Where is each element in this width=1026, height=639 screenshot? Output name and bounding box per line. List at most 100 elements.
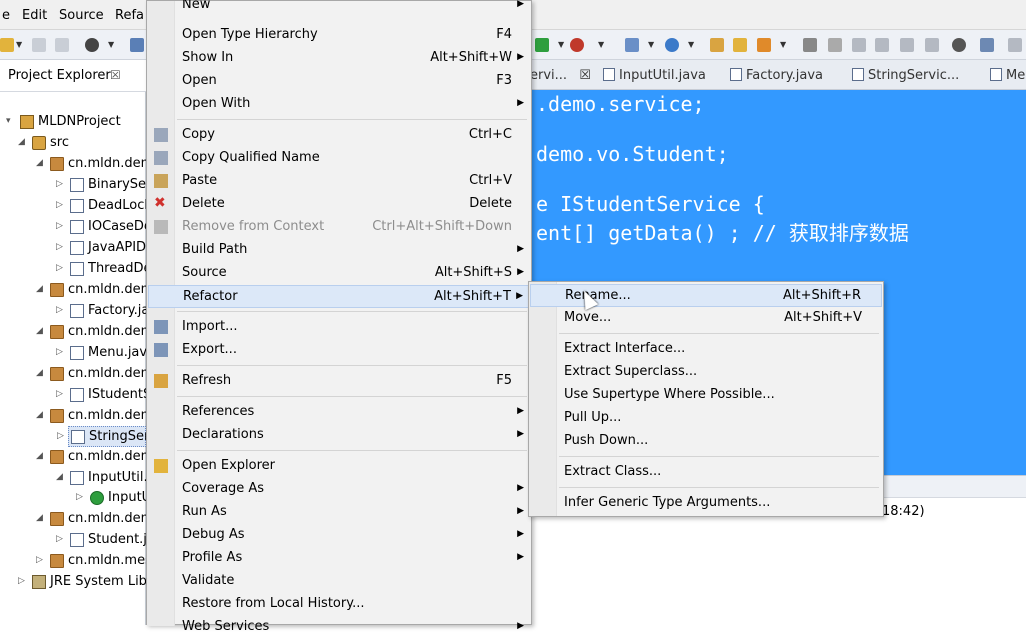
collapse-icon[interactable]: ◢ (36, 410, 43, 420)
tab-stringservic[interactable]: StringServic... (852, 68, 959, 83)
tree-item[interactable]: ▷ InputU (76, 488, 151, 509)
menu-item-coverage-as[interactable]: Coverage As ▶ (148, 478, 530, 501)
next-annotation-icon[interactable] (980, 38, 994, 52)
tree-item[interactable]: ▷ BinarySea (56, 175, 154, 196)
tree-item[interactable]: ◢ cn.mldn.dem (36, 322, 153, 343)
collapse-icon[interactable]: ◢ (36, 158, 43, 168)
tree-item[interactable]: ◢ src (18, 133, 146, 154)
new-class-icon[interactable] (665, 38, 679, 52)
menu-item-open-with[interactable]: Open With ▶ (148, 93, 530, 116)
expand-icon[interactable]: ▷ (56, 347, 63, 357)
collapse-icon[interactable]: ◢ (36, 326, 43, 336)
tree-item[interactable]: ◢ InputUtil.j (56, 468, 151, 489)
tab-inpututil[interactable]: InputUtil.java (603, 68, 706, 83)
new-icon[interactable] (0, 38, 14, 52)
expand-icon[interactable]: ▷ (56, 200, 63, 210)
expand-icon[interactable]: ▷ (57, 431, 64, 441)
expand-icon[interactable]: ▷ (56, 305, 63, 315)
menu-item-references[interactable]: References ▶ (148, 401, 530, 424)
expand-icon[interactable]: ▷ (56, 534, 63, 544)
menu-item-export[interactable]: Export... (148, 339, 530, 362)
menu-item-open-type-hierarchy[interactable]: Open Type Hierarchy F4 (148, 24, 530, 47)
submenu-item-push-down[interactable]: Push Down... (530, 430, 882, 453)
tree-item[interactable]: ▷ IOCaseDe (56, 217, 152, 238)
globe-icon[interactable] (952, 38, 966, 52)
run-icon[interactable] (535, 38, 549, 52)
menu-item-build-path[interactable]: Build Path ▶ (148, 239, 530, 262)
collapse-icon[interactable]: ▾ (6, 116, 11, 126)
submenu-item-use-supertype-where-possible[interactable]: Use Supertype Where Possible... (530, 384, 882, 407)
tree-item[interactable]: ▷ Factory.ja (56, 301, 149, 322)
open-type-icon[interactable] (710, 38, 724, 52)
menu-edit[interactable]: Edit (22, 8, 47, 23)
submenu-item-extract-superclass[interactable]: Extract Superclass... (530, 361, 882, 384)
menu-item-source[interactable]: Source Alt+Shift+S ▶ (148, 262, 530, 285)
submenu-item-move[interactable]: Move... Alt+Shift+V (530, 307, 882, 330)
close-icon[interactable]: ☒ (110, 68, 121, 82)
collapse-icon[interactable]: ◢ (36, 451, 43, 461)
menu-item-new[interactable]: New ▶ (148, 0, 530, 17)
expand-icon[interactable]: ▷ (56, 242, 63, 252)
profile-icon[interactable] (85, 38, 99, 52)
submenu-item-infer-generic-type-arguments[interactable]: Infer Generic Type Arguments... (530, 492, 882, 515)
tree-item[interactable]: ◢ cn.mldn.dem (36, 364, 153, 385)
chevron-down-icon[interactable]: ▼ (780, 40, 786, 49)
collapse-icon[interactable]: ◢ (18, 137, 25, 147)
tree-item[interactable]: ▷ DeadLock (56, 196, 152, 217)
tree-item[interactable]: ▷ JavaAPID (56, 238, 146, 259)
tree-item[interactable]: ▷ IStudentS (56, 385, 151, 406)
tab-me[interactable]: Me (990, 68, 1025, 83)
annotation-icon[interactable] (828, 38, 842, 52)
pin-icon[interactable] (803, 38, 817, 52)
chevron-down-icon[interactable]: ▼ (108, 40, 114, 49)
menu-item-paste[interactable]: Paste Ctrl+V (148, 170, 530, 193)
tree-item[interactable]: ▷ StringSer (57, 426, 149, 447)
tab-stringservice[interactable]: ervi... ☒ (530, 68, 591, 83)
submenu-item-extract-class[interactable]: Extract Class... (530, 461, 882, 484)
tree-item[interactable]: ▷ Student.ja (56, 530, 155, 551)
menu-item-validate[interactable]: Validate (148, 570, 530, 593)
submenu-item-pull-up[interactable]: Pull Up... (530, 407, 882, 430)
toggle-mark-icon[interactable] (875, 38, 889, 52)
menu-item-copy-qualified-name[interactable]: Copy Qualified Name (148, 147, 530, 170)
toggle-icon[interactable] (852, 38, 866, 52)
menu-item-web-services[interactable]: Web Services ▶ (148, 616, 530, 639)
chevron-down-icon[interactable]: ▼ (598, 40, 604, 49)
chevron-down-icon[interactable]: ▼ (688, 40, 694, 49)
menu-item-debug-as[interactable]: Debug As ▶ (148, 524, 530, 547)
menu-item-refresh[interactable]: Refresh F5 (148, 370, 530, 393)
tree-item[interactable]: ◢ cn.mldn.dem (36, 154, 153, 175)
tree-item[interactable]: ◢ cn.mldn.dem (36, 406, 153, 427)
project-explorer-title[interactable]: Project Explorer (8, 68, 111, 83)
chevron-down-icon[interactable]: ▼ (648, 40, 654, 49)
open-folder-icon[interactable] (733, 38, 747, 52)
chevron-down-icon[interactable]: ▼ (558, 40, 564, 49)
menu-item-show-in[interactable]: Show In Alt+Shift+W ▶ (148, 47, 530, 70)
menu-item-profile-as[interactable]: Profile As ▶ (148, 547, 530, 570)
menu-item-open-explorer[interactable]: Open Explorer (148, 455, 530, 478)
console-icon[interactable] (130, 38, 144, 52)
menu-item-copy[interactable]: Copy Ctrl+C (148, 124, 530, 147)
new-wizard-icon[interactable] (625, 38, 639, 52)
menu-item-declarations[interactable]: Declarations ▶ (148, 424, 530, 447)
tree-item[interactable]: ◢ cn.mldn.dem (36, 509, 153, 530)
menu-file[interactable]: e (2, 8, 10, 23)
prev-annotation-icon[interactable] (1008, 38, 1022, 52)
expand-icon[interactable]: ▷ (56, 389, 63, 399)
expand-icon[interactable]: ▷ (18, 576, 25, 586)
collapse-icon[interactable]: ◢ (36, 513, 43, 523)
collapse-icon[interactable]: ◢ (56, 472, 63, 482)
block-selection-icon[interactable] (900, 38, 914, 52)
tree-item[interactable]: ▷ Menu.java (56, 343, 155, 364)
menu-item-run-as[interactable]: Run As ▶ (148, 501, 530, 524)
tree-item[interactable]: ◢ cn.mldn.dem (36, 447, 153, 468)
coverage-icon[interactable] (570, 38, 584, 52)
close-icon[interactable]: ☒ (579, 68, 591, 83)
tree-item[interactable]: ▷ cn.mldn.mes (36, 551, 152, 572)
collapse-icon[interactable]: ◢ (36, 368, 43, 378)
expand-icon[interactable]: ▷ (36, 555, 43, 565)
menu-item-delete[interactable]: ✖ Delete Delete (148, 193, 530, 216)
tree-item[interactable]: ◢ cn.mldn.dem (36, 280, 153, 301)
menu-refactor[interactable]: Refa (115, 8, 144, 23)
save-all-icon[interactable] (55, 38, 69, 52)
